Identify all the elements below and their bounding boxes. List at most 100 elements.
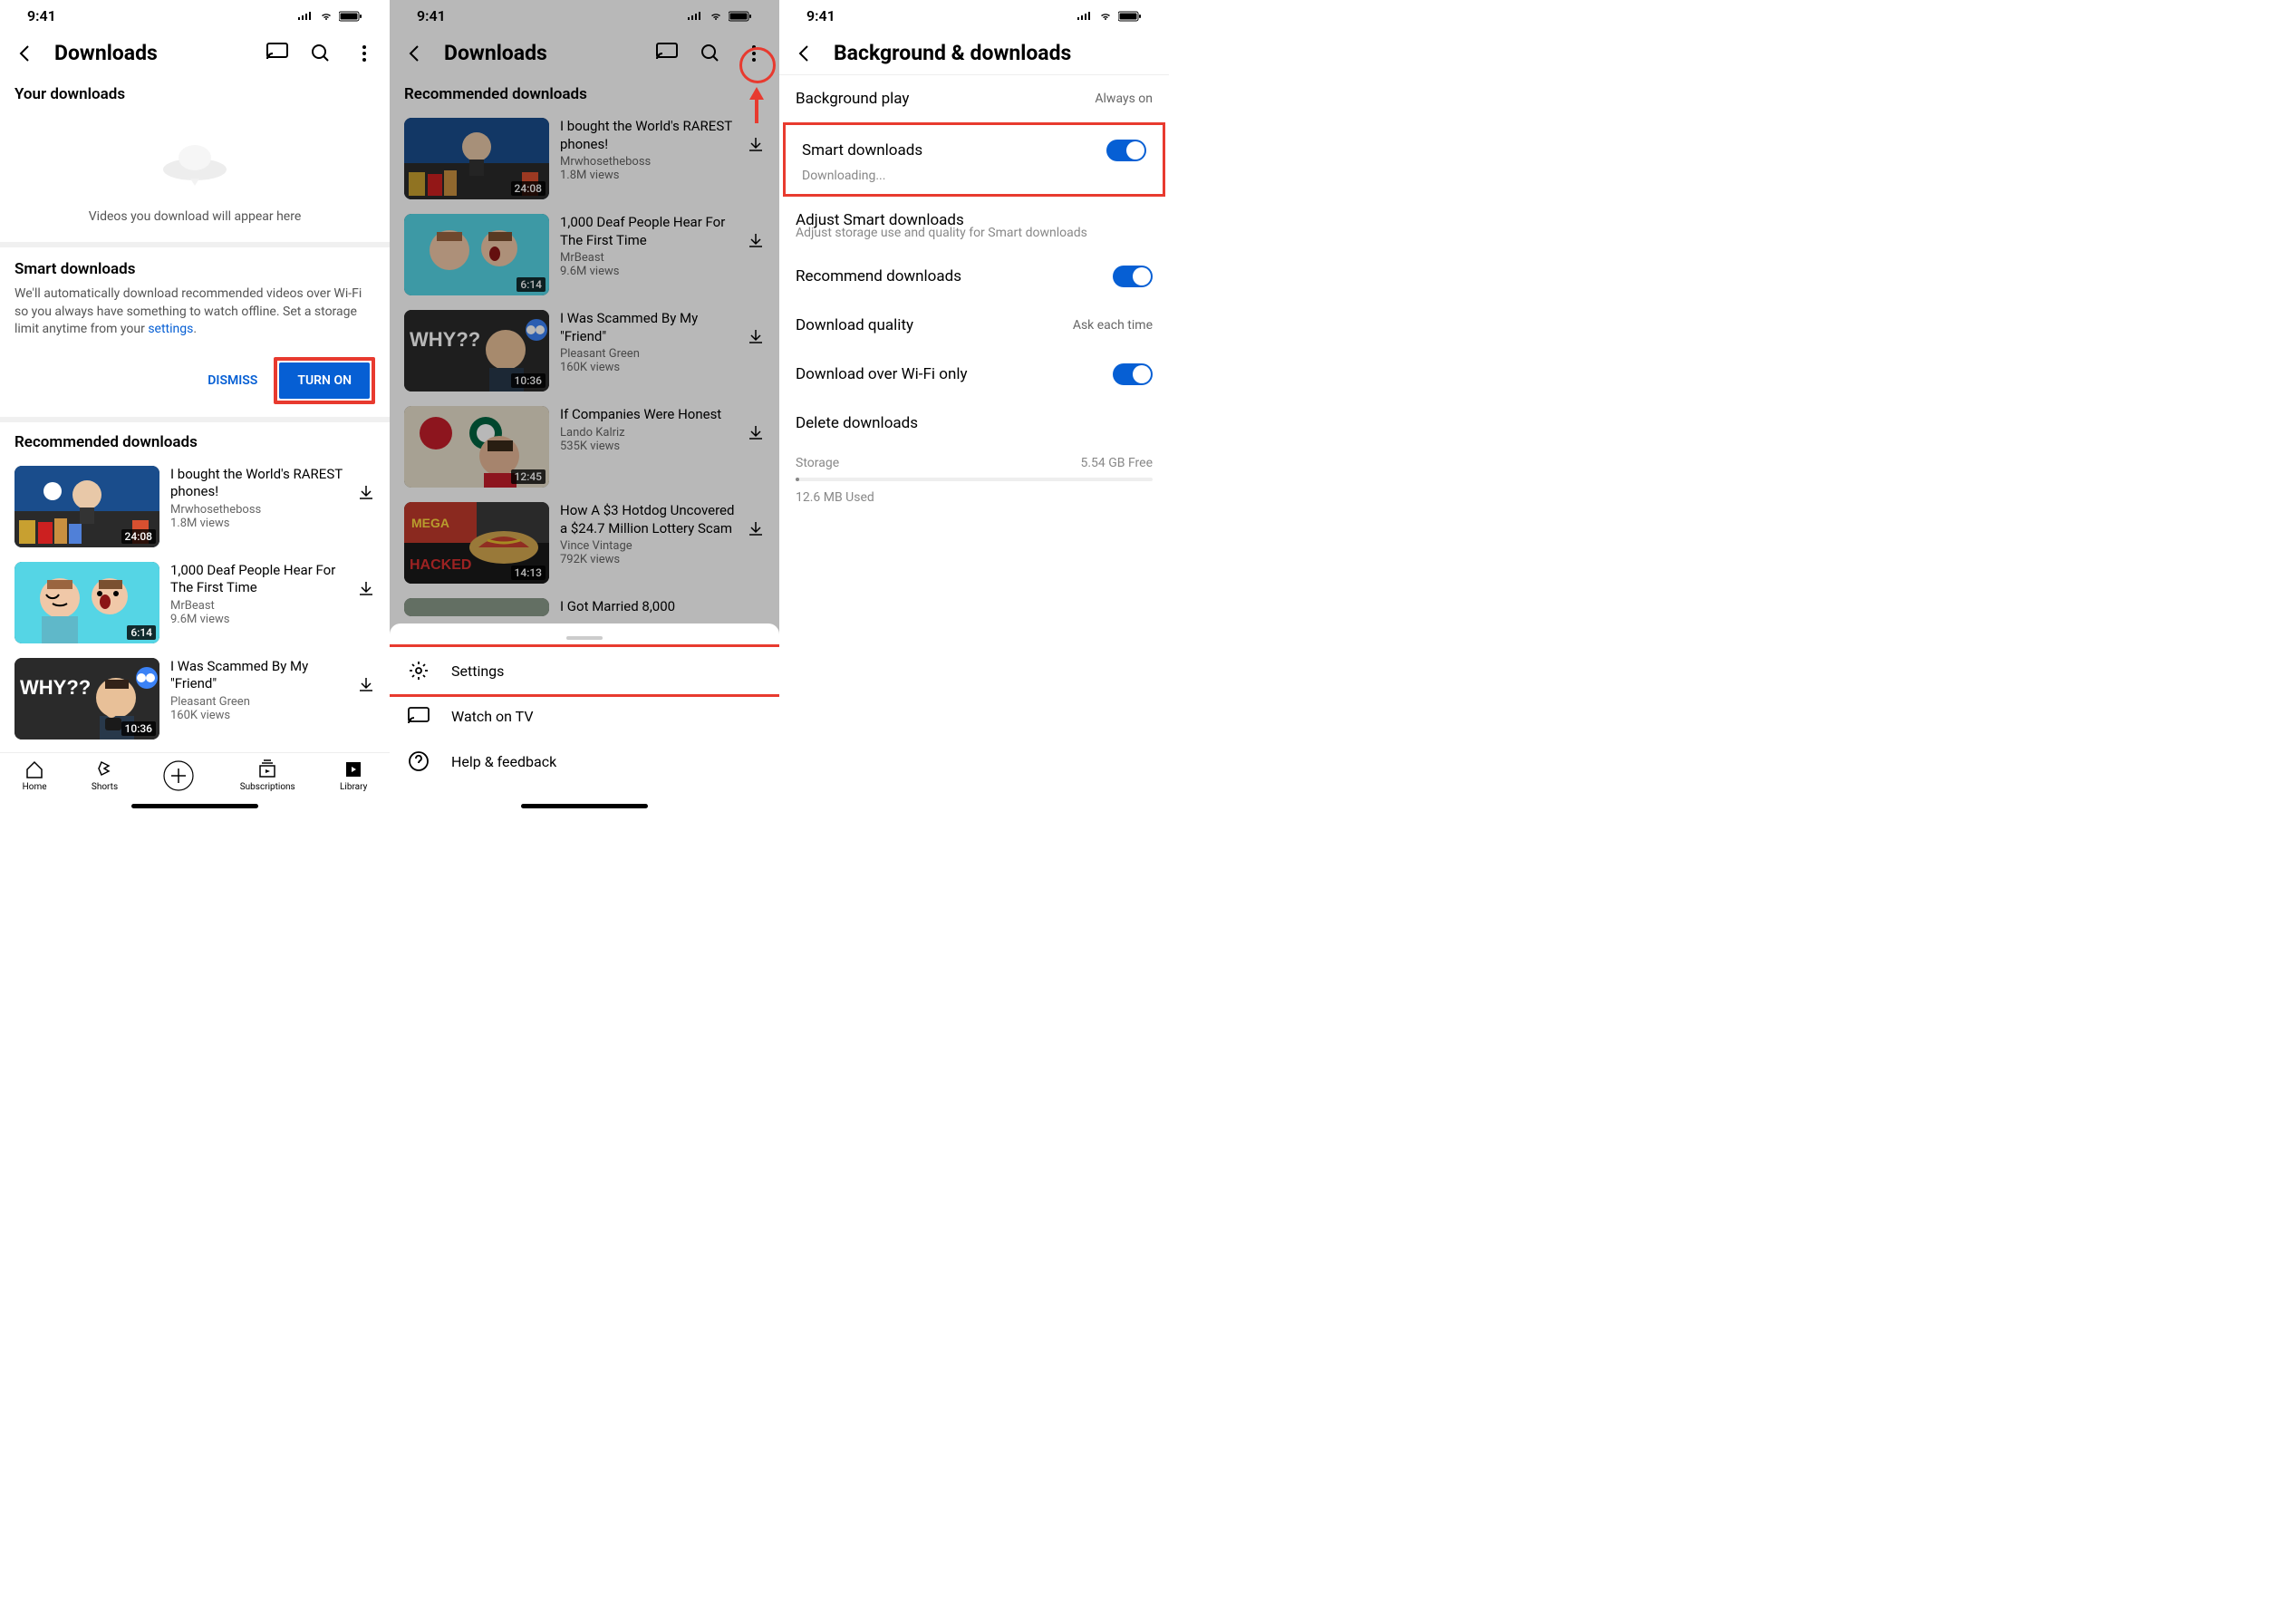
recommended-header: Recommended downloads: [0, 422, 390, 459]
wifi-icon: [319, 11, 333, 22]
help-icon: [408, 750, 430, 772]
dismiss-button[interactable]: DISMISS: [200, 364, 265, 397]
download-icon[interactable]: [357, 484, 375, 502]
cast-icon[interactable]: [656, 43, 678, 64]
toggle-wifi[interactable]: [1113, 363, 1153, 385]
home-indicator[interactable]: [131, 804, 258, 808]
more-icon[interactable]: [353, 43, 375, 64]
bottom-nav: Home Shorts Subscriptions Library: [0, 752, 390, 796]
storage-bar: [796, 478, 1153, 481]
download-icon[interactable]: [747, 232, 765, 250]
video-channel: MrBeast: [170, 599, 346, 613]
smart-title: Smart downloads: [14, 260, 375, 278]
svg-text:MEGA: MEGA: [411, 516, 449, 530]
download-icon[interactable]: [747, 520, 765, 538]
battery-icon: [729, 11, 752, 22]
status-bar: 9:41: [779, 0, 1169, 28]
screen-settings: 9:41 Background & downloads Background p…: [779, 0, 1169, 812]
your-downloads-header: Your downloads: [0, 74, 390, 111]
video-channel: Mrwhosetheboss: [170, 503, 346, 517]
more-icon[interactable]: [743, 43, 765, 64]
page-title: Background & downloads: [834, 41, 1154, 65]
video-views: 1.8M views: [170, 517, 346, 530]
search-icon[interactable]: [310, 43, 332, 64]
video-item[interactable]: 24:08I bought the World's RAREST phones!…: [390, 111, 779, 207]
download-icon[interactable]: [747, 136, 765, 154]
cast-icon[interactable]: [266, 43, 288, 64]
video-item[interactable]: 24:08 I bought the World's RAREST phones…: [0, 459, 390, 555]
status-time: 9:41: [27, 7, 56, 24]
ufo-icon: [150, 138, 240, 192]
status-time: 9:41: [806, 7, 835, 24]
video-thumb[interactable]: 6:14: [14, 562, 159, 643]
empty-downloads: Videos you download will appear here: [0, 111, 390, 242]
video-item[interactable]: WHY?? 10:36 I Was Scammed By My "Friend"…: [0, 651, 390, 747]
video-thumb[interactable]: 24:08: [14, 466, 159, 547]
cast-icon: [408, 707, 430, 725]
sheet-handle[interactable]: [566, 636, 603, 640]
status-time: 9:41: [417, 7, 446, 24]
nav-create[interactable]: [162, 759, 195, 792]
adjust-smart-sub: Adjust storage use and quality for Smart…: [779, 226, 1169, 251]
sheet-watch-tv[interactable]: Watch on TV: [390, 694, 779, 738]
nav-library[interactable]: Library: [340, 759, 367, 792]
back-icon[interactable]: [794, 43, 816, 64]
sheet-settings[interactable]: Settings: [390, 647, 779, 694]
page-title: Downloads: [444, 41, 638, 65]
nav-shorts[interactable]: Shorts: [92, 759, 118, 792]
cellular-icon: [297, 11, 314, 22]
recommended-header: Recommended downloads: [390, 74, 779, 111]
app-header: Downloads: [0, 28, 390, 74]
download-icon[interactable]: [357, 676, 375, 694]
video-item[interactable]: 6:14 1,000 Deaf People Hear For The Firs…: [0, 555, 390, 651]
video-item[interactable]: I Got Married 8,000: [390, 591, 779, 625]
video-views: 160K views: [170, 709, 346, 722]
smart-downloads-promo: Smart downloads We'll automatically down…: [0, 247, 390, 346]
video-title: I Was Scammed By My "Friend": [170, 658, 346, 693]
toggle-recommend[interactable]: [1113, 266, 1153, 287]
duration-badge: 6:14: [127, 625, 156, 640]
video-item[interactable]: MEGAHACKED14:13How A $3 Hotdog Uncovered…: [390, 495, 779, 591]
settings-link[interactable]: settings: [148, 322, 193, 336]
video-item[interactable]: 12:45If Companies Were HonestLando Kalri…: [390, 399, 779, 495]
wifi-icon: [1098, 11, 1113, 22]
cellular-icon: [687, 11, 703, 22]
toggle-smart-downloads[interactable]: [1106, 140, 1146, 161]
battery-icon: [339, 11, 362, 22]
setting-wifi-only[interactable]: Download over Wi-Fi only: [779, 349, 1169, 400]
smart-downloads-highlight: Smart downloads Downloading...: [783, 122, 1165, 197]
setting-delete[interactable]: Delete downloads: [779, 400, 1169, 447]
video-title: I bought the World's RAREST phones!: [170, 466, 346, 501]
gear-icon: [408, 660, 430, 682]
app-header: Downloads: [390, 28, 779, 74]
setting-recommend[interactable]: Recommend downloads: [779, 251, 1169, 302]
search-icon[interactable]: [700, 43, 721, 64]
sheet-help[interactable]: Help & feedback: [390, 738, 779, 785]
video-item[interactable]: 6:141,000 Deaf People Hear For The First…: [390, 207, 779, 303]
home-indicator[interactable]: [521, 804, 648, 808]
video-item[interactable]: WHY??10:36I Was Scammed By My "Friend"Pl…: [390, 303, 779, 399]
download-icon[interactable]: [747, 328, 765, 346]
app-header: Background & downloads: [779, 28, 1169, 74]
nav-home[interactable]: Home: [23, 759, 47, 792]
back-icon[interactable]: [404, 43, 426, 64]
smart-downloads-status: Downloading...: [786, 169, 1163, 194]
back-icon[interactable]: [14, 43, 36, 64]
video-channel: Pleasant Green: [170, 695, 346, 709]
svg-text:WHY??: WHY??: [20, 676, 91, 699]
storage-used: 12.6 MB Used: [779, 485, 1169, 510]
download-icon[interactable]: [357, 580, 375, 598]
download-icon[interactable]: [747, 424, 765, 442]
video-thumb[interactable]: WHY?? 10:36: [14, 658, 159, 740]
turn-on-highlight: TURN ON: [274, 357, 375, 404]
smart-body: We'll automatically download recommended…: [14, 285, 375, 339]
nav-subscriptions[interactable]: Subscriptions: [240, 759, 295, 792]
duration-badge: 10:36: [121, 721, 156, 736]
turn-on-button[interactable]: TURN ON: [279, 362, 370, 399]
setting-quality[interactable]: Download quality Ask each time: [779, 302, 1169, 349]
empty-text: Videos you download will appear here: [0, 209, 390, 224]
screen-downloads-menu: 9:41 Downloads Recommended downloads 24:…: [390, 0, 779, 812]
status-bar: 9:41: [390, 0, 779, 28]
setting-background-play[interactable]: Background play Always on: [779, 75, 1169, 122]
screen-downloads-empty: 9:41 Downloads Your downloads Videos you…: [0, 0, 390, 812]
